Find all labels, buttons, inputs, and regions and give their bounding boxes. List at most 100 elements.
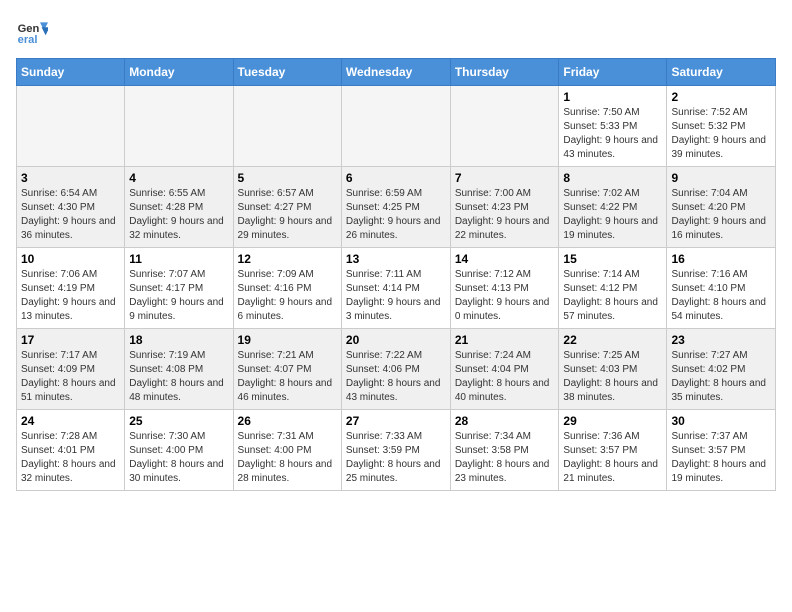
day-info: Sunrise: 7:52 AM Sunset: 5:32 PM Dayligh… <box>671 106 771 162</box>
day-cell: 2 Sunrise: 7:52 AM Sunset: 5:32 PM Daylig… <box>667 86 776 167</box>
week-row-1: 1Sunrise: 7:50 AM Sunset: 5:33 PM Daylig… <box>17 86 776 167</box>
day-cell: 7Sunrise: 7:00 AM Sunset: 4:23 PM Daylig… <box>450 167 559 248</box>
header-cell-saturday: Saturday <box>667 59 776 86</box>
day-cell: 6Sunrise: 6:59 AM Sunset: 4:25 PM Daylig… <box>341 167 450 248</box>
week-row-4: 17 Sunrise: 7:17 AM Sunset: 4:09 PM Dayli… <box>17 329 776 410</box>
day-number: 17 <box>21 333 120 347</box>
day-cell: 3 Sunrise: 6:54 AM Sunset: 4:30 PM Daylig… <box>17 167 125 248</box>
day-cell: 14 Sunrise: 7:12 AM Sunset: 4:13 PM Dayli… <box>450 248 559 329</box>
day-number: 16 <box>671 252 771 266</box>
day-number: 23 <box>671 333 771 347</box>
day-cell <box>233 86 341 167</box>
day-info: Sunrise: 6:55 AM Sunset: 4:28 PM Dayligh… <box>129 187 228 243</box>
day-info: Sunrise: 7:27 AM Sunset: 4:02 PM Dayligh… <box>671 349 771 405</box>
day-info: Sunrise: 6:54 AM Sunset: 4:30 PM Dayligh… <box>21 187 120 243</box>
day-info: Sunrise: 6:57 AM Sunset: 4:27 PM Dayligh… <box>238 187 337 243</box>
day-cell: 4 Sunrise: 6:55 AM Sunset: 4:28 PM Daylig… <box>125 167 233 248</box>
day-info: Sunrise: 7:24 AM Sunset: 4:04 PM Dayligh… <box>455 349 555 405</box>
day-cell: 8Sunrise: 7:02 AM Sunset: 4:22 PM Daylig… <box>559 167 667 248</box>
day-number: 12 <box>238 252 337 266</box>
day-number: 25 <box>129 414 228 428</box>
day-info: Sunrise: 7:09 AM Sunset: 4:16 PM Dayligh… <box>238 268 337 324</box>
day-info: Sunrise: 6:59 AM Sunset: 4:25 PM Dayligh… <box>346 187 446 243</box>
day-number: 13 <box>346 252 446 266</box>
day-cell: 1Sunrise: 7:50 AM Sunset: 5:33 PM Daylig… <box>559 86 667 167</box>
day-info: Sunrise: 7:14 AM Sunset: 4:12 PM Dayligh… <box>563 268 662 324</box>
day-cell: 23 Sunrise: 7:27 AM Sunset: 4:02 PM Dayli… <box>667 329 776 410</box>
day-info: Sunrise: 7:25 AM Sunset: 4:03 PM Dayligh… <box>563 349 662 405</box>
day-cell: 15 Sunrise: 7:14 AM Sunset: 4:12 PM Dayli… <box>559 248 667 329</box>
header-cell-friday: Friday <box>559 59 667 86</box>
day-info: Sunrise: 7:34 AM Sunset: 3:58 PM Dayligh… <box>455 430 555 486</box>
header-cell-thursday: Thursday <box>450 59 559 86</box>
day-number: 27 <box>346 414 446 428</box>
day-cell: 17 Sunrise: 7:17 AM Sunset: 4:09 PM Dayli… <box>17 329 125 410</box>
day-number: 2 <box>671 90 771 104</box>
header-cell-wednesday: Wednesday <box>341 59 450 86</box>
day-cell: 27 Sunrise: 7:33 AM Sunset: 3:59 PM Dayli… <box>341 410 450 491</box>
day-number: 26 <box>238 414 337 428</box>
day-number: 15 <box>563 252 662 266</box>
week-row-2: 3 Sunrise: 6:54 AM Sunset: 4:30 PM Daylig… <box>17 167 776 248</box>
day-cell <box>17 86 125 167</box>
day-cell: 12 Sunrise: 7:09 AM Sunset: 4:16 PM Dayli… <box>233 248 341 329</box>
header: Gen eral <box>16 16 776 48</box>
day-info: Sunrise: 7:17 AM Sunset: 4:09 PM Dayligh… <box>21 349 120 405</box>
day-number: 4 <box>129 171 228 185</box>
header-row: SundayMondayTuesdayWednesdayThursdayFrid… <box>17 59 776 86</box>
day-number: 10 <box>21 252 120 266</box>
day-cell: 5Sunrise: 6:57 AM Sunset: 4:27 PM Daylig… <box>233 167 341 248</box>
day-info: Sunrise: 7:37 AM Sunset: 3:57 PM Dayligh… <box>671 430 771 486</box>
logo-icon: Gen eral <box>16 16 48 48</box>
day-number: 11 <box>129 252 228 266</box>
day-info: Sunrise: 7:36 AM Sunset: 3:57 PM Dayligh… <box>563 430 662 486</box>
day-number: 1 <box>563 90 662 104</box>
day-cell: 30 Sunrise: 7:37 AM Sunset: 3:57 PM Dayli… <box>667 410 776 491</box>
day-number: 24 <box>21 414 120 428</box>
svg-text:eral: eral <box>18 34 38 46</box>
day-number: 9 <box>671 171 771 185</box>
day-cell: 9 Sunrise: 7:04 AM Sunset: 4:20 PM Daylig… <box>667 167 776 248</box>
day-cell: 18 Sunrise: 7:19 AM Sunset: 4:08 PM Dayli… <box>125 329 233 410</box>
day-cell: 26 Sunrise: 7:31 AM Sunset: 4:00 PM Dayli… <box>233 410 341 491</box>
day-number: 14 <box>455 252 555 266</box>
header-cell-sunday: Sunday <box>17 59 125 86</box>
day-info: Sunrise: 7:33 AM Sunset: 3:59 PM Dayligh… <box>346 430 446 486</box>
week-row-3: 10 Sunrise: 7:06 AM Sunset: 4:19 PM Dayli… <box>17 248 776 329</box>
logo: Gen eral <box>16 16 52 48</box>
day-number: 28 <box>455 414 555 428</box>
day-cell: 13Sunrise: 7:11 AM Sunset: 4:14 PM Dayli… <box>341 248 450 329</box>
day-number: 30 <box>671 414 771 428</box>
day-cell: 29 Sunrise: 7:36 AM Sunset: 3:57 PM Dayli… <box>559 410 667 491</box>
day-cell <box>450 86 559 167</box>
day-cell: 28 Sunrise: 7:34 AM Sunset: 3:58 PM Dayli… <box>450 410 559 491</box>
day-cell: 21 Sunrise: 7:24 AM Sunset: 4:04 PM Dayli… <box>450 329 559 410</box>
day-info: Sunrise: 7:04 AM Sunset: 4:20 PM Dayligh… <box>671 187 771 243</box>
calendar-body: 1Sunrise: 7:50 AM Sunset: 5:33 PM Daylig… <box>17 86 776 491</box>
calendar-header: SundayMondayTuesdayWednesdayThursdayFrid… <box>17 59 776 86</box>
day-info: Sunrise: 7:06 AM Sunset: 4:19 PM Dayligh… <box>21 268 120 324</box>
day-number: 29 <box>563 414 662 428</box>
day-cell: 10 Sunrise: 7:06 AM Sunset: 4:19 PM Dayli… <box>17 248 125 329</box>
day-info: Sunrise: 7:02 AM Sunset: 4:22 PM Dayligh… <box>563 187 662 243</box>
day-info: Sunrise: 7:12 AM Sunset: 4:13 PM Dayligh… <box>455 268 555 324</box>
day-info: Sunrise: 7:19 AM Sunset: 4:08 PM Dayligh… <box>129 349 228 405</box>
day-number: 18 <box>129 333 228 347</box>
header-cell-tuesday: Tuesday <box>233 59 341 86</box>
day-info: Sunrise: 7:31 AM Sunset: 4:00 PM Dayligh… <box>238 430 337 486</box>
day-cell: 22 Sunrise: 7:25 AM Sunset: 4:03 PM Dayli… <box>559 329 667 410</box>
day-cell <box>125 86 233 167</box>
day-number: 20 <box>346 333 446 347</box>
day-cell: 25 Sunrise: 7:30 AM Sunset: 4:00 PM Dayli… <box>125 410 233 491</box>
day-number: 3 <box>21 171 120 185</box>
calendar: SundayMondayTuesdayWednesdayThursdayFrid… <box>16 58 776 491</box>
day-cell: 16Sunrise: 7:16 AM Sunset: 4:10 PM Dayli… <box>667 248 776 329</box>
day-info: Sunrise: 7:30 AM Sunset: 4:00 PM Dayligh… <box>129 430 228 486</box>
day-number: 22 <box>563 333 662 347</box>
day-number: 19 <box>238 333 337 347</box>
day-cell: 24Sunrise: 7:28 AM Sunset: 4:01 PM Dayli… <box>17 410 125 491</box>
day-info: Sunrise: 7:22 AM Sunset: 4:06 PM Dayligh… <box>346 349 446 405</box>
day-number: 21 <box>455 333 555 347</box>
day-info: Sunrise: 7:21 AM Sunset: 4:07 PM Dayligh… <box>238 349 337 405</box>
day-cell <box>341 86 450 167</box>
